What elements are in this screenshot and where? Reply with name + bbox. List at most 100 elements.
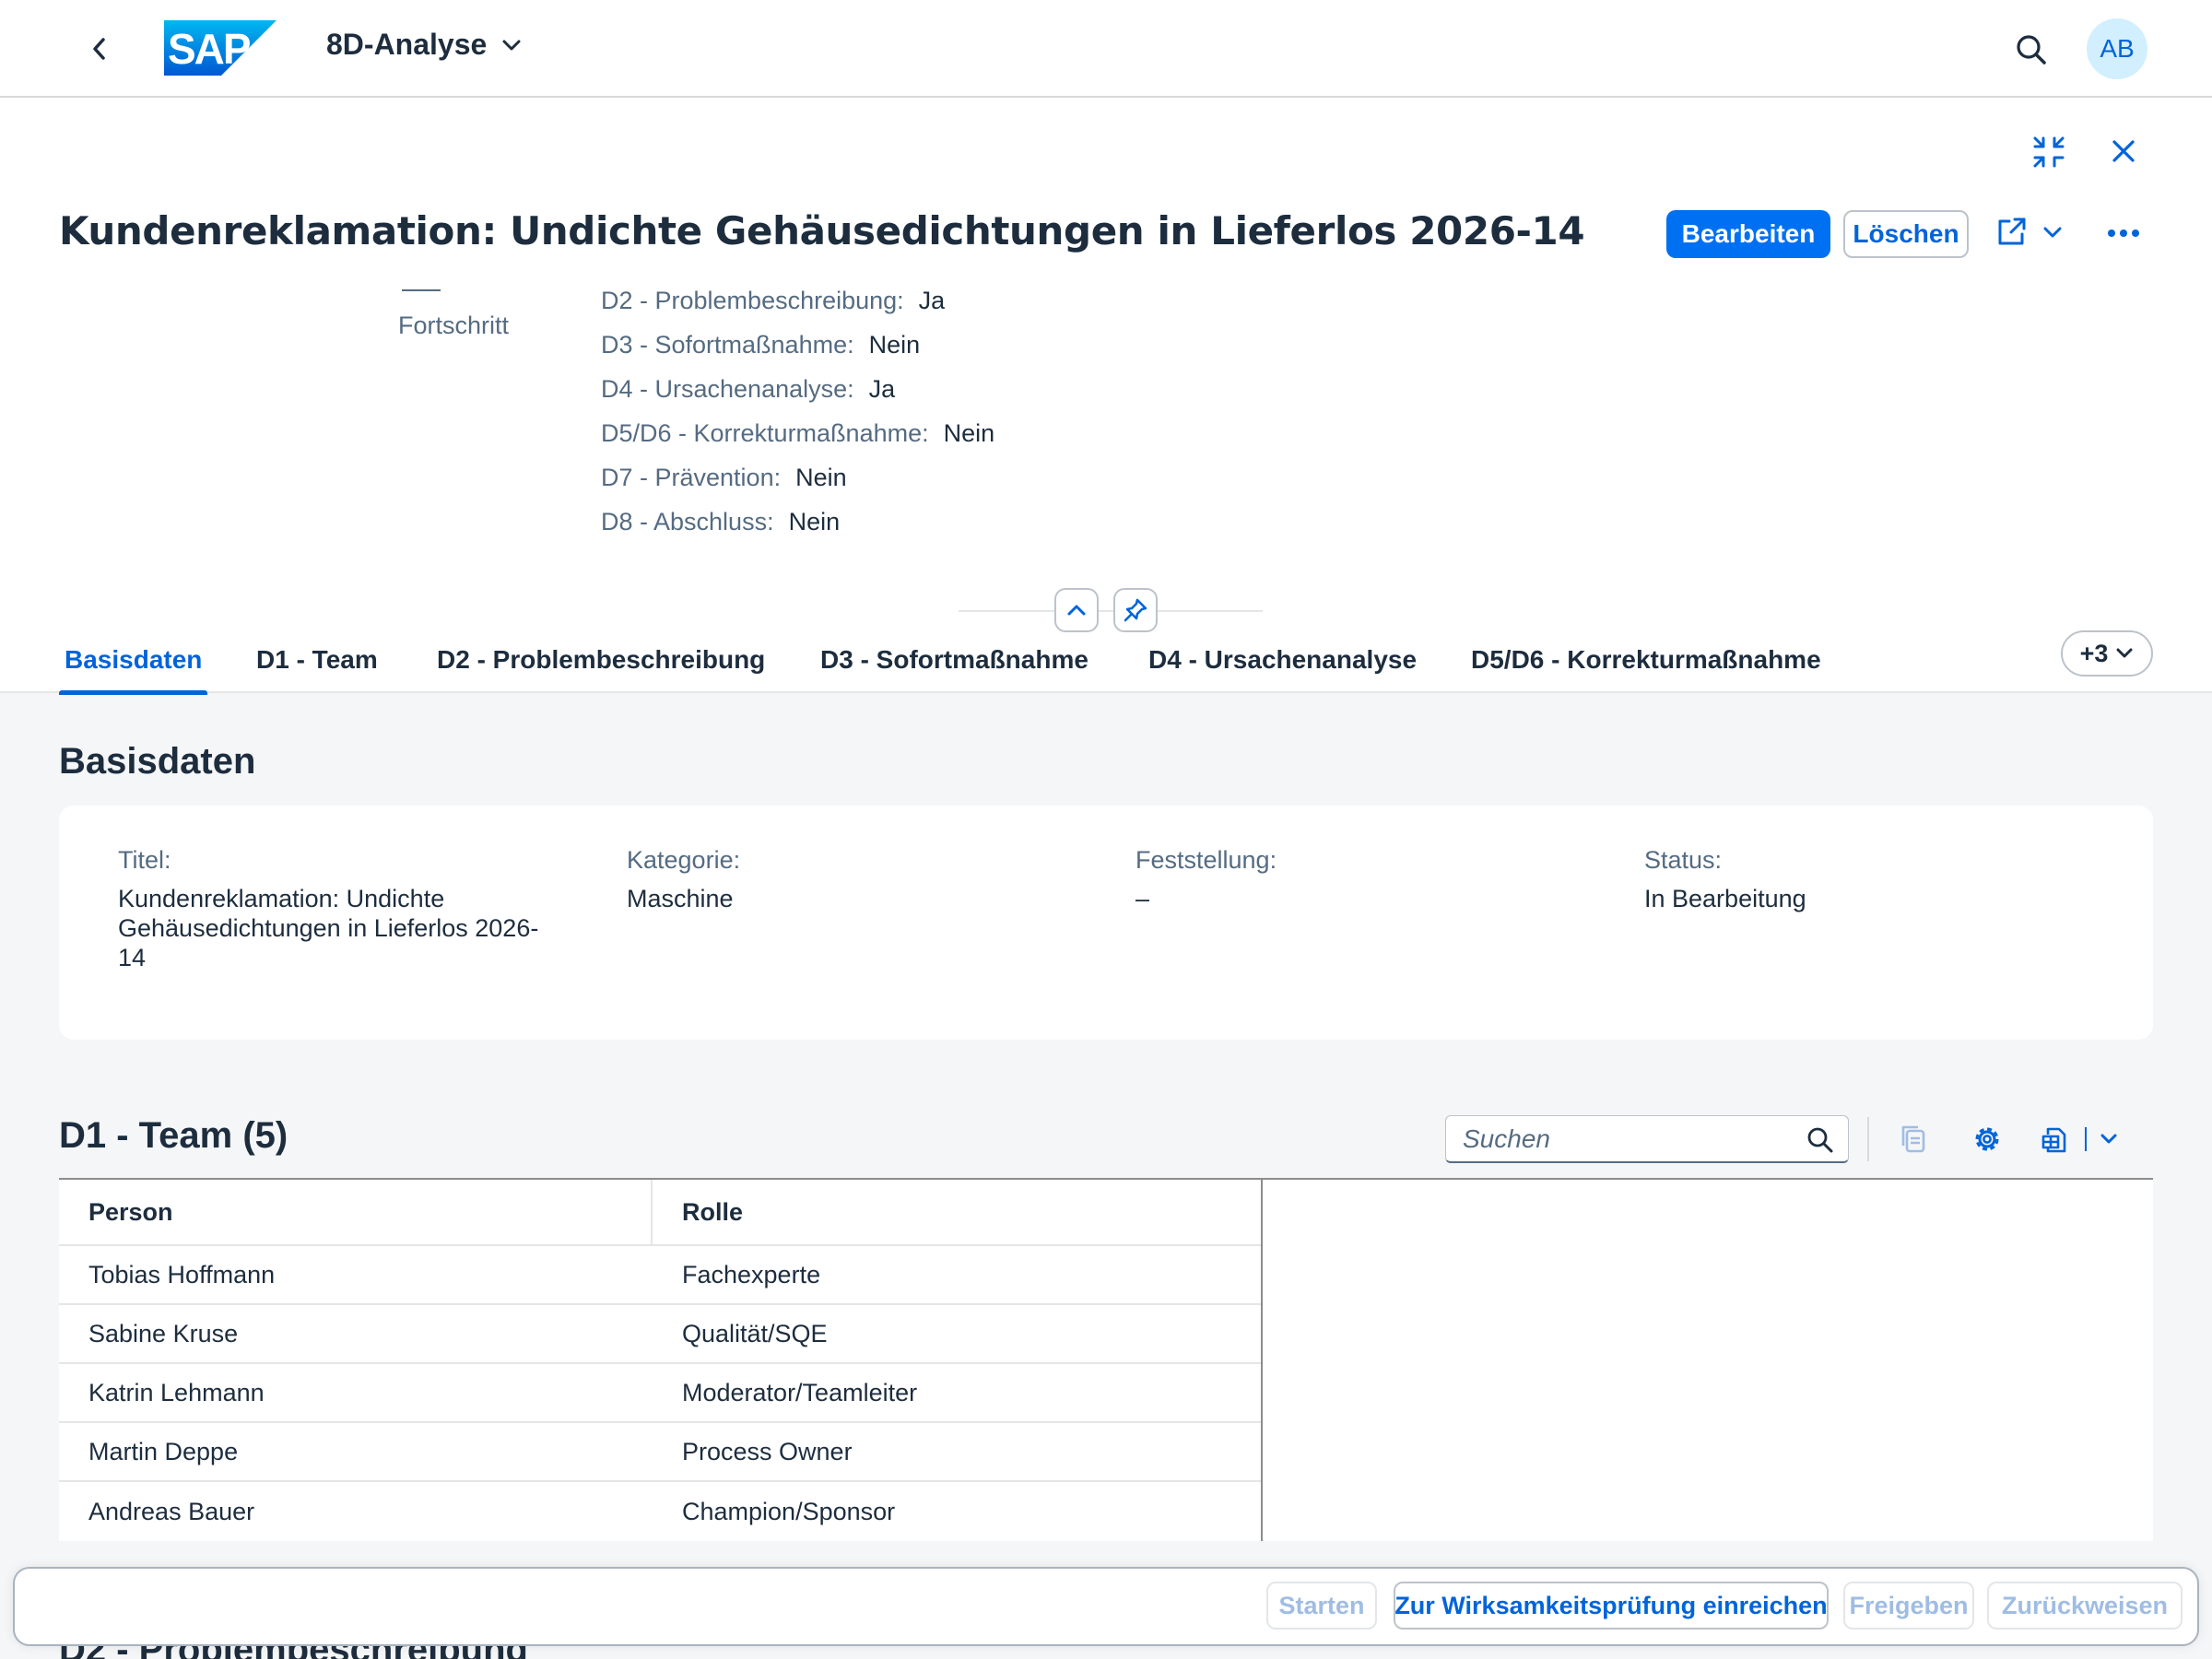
- field-feststellung: Feststellung: –: [1135, 846, 1578, 913]
- more-tabs-count: +3: [2079, 639, 2109, 667]
- chevron-down-icon: [2100, 1134, 2117, 1144]
- status-value: Nein: [868, 330, 921, 359]
- status-key: D8 - Abschluss:: [601, 507, 774, 535]
- table-settings-button[interactable]: [1967, 1119, 2007, 1159]
- tab-basisdaten[interactable]: Basisdaten: [58, 627, 208, 695]
- team-table: Person Rolle Tobias Hoffmann Fachexperte…: [59, 1180, 1263, 1541]
- search-icon: [1807, 1127, 1833, 1153]
- avatar[interactable]: AB: [2087, 18, 2147, 79]
- cell-person: Sabine Kruse: [88, 1319, 239, 1347]
- cell-person: Katrin Lehmann: [88, 1378, 265, 1406]
- tab-d5d6-korrekturmassnahme[interactable]: D5/D6 - Korrekturmaßnahme: [1471, 627, 1821, 693]
- status-key: D2 - Problembeschreibung:: [601, 286, 904, 314]
- status-key: D3 - Sofortmaßnahme:: [601, 330, 854, 359]
- more-tabs-button[interactable]: +3: [2061, 630, 2153, 677]
- basisdaten-card: Titel: Kundenreklamation: Undichte Gehäu…: [59, 806, 2153, 1040]
- submit-effectiveness-review-button[interactable]: Zur Wirksamkeitsprüfung einreichen: [1394, 1582, 1829, 1630]
- column-header-person[interactable]: Person: [59, 1180, 653, 1244]
- copy-button[interactable]: [1893, 1119, 1934, 1159]
- status-key: D7 - Prävention:: [601, 463, 782, 491]
- collapse-header-button[interactable]: [1054, 588, 1099, 632]
- status-key: D5/D6 - Korrekturmaßnahme:: [601, 418, 929, 447]
- kpi-label: Fortschritt: [398, 312, 510, 339]
- status-list: D2 - Problembeschreibung: Ja D3 - Sofortm…: [601, 278, 994, 544]
- reject-button[interactable]: Zurückweisen: [1987, 1582, 2183, 1630]
- status-value: Ja: [868, 374, 896, 403]
- app-title: 8D-Analyse: [326, 28, 488, 61]
- search-button[interactable]: [2013, 31, 2050, 68]
- start-button[interactable]: Starten: [1266, 1582, 1377, 1630]
- team-search-input[interactable]: Suchen: [1445, 1115, 1849, 1163]
- release-button[interactable]: Freigeben: [1843, 1582, 1974, 1630]
- header-divider: [959, 610, 1263, 612]
- sap-logo: SAP: [164, 20, 276, 76]
- pin-icon: [1124, 598, 1147, 622]
- exit-fullscreen-button[interactable]: [2031, 135, 2066, 174]
- field-value: Maschine: [627, 885, 734, 912]
- field-value: –: [1135, 885, 1150, 912]
- more-actions-button[interactable]: [2107, 219, 2140, 252]
- status-row: D8 - Abschluss: Nein: [601, 500, 994, 544]
- field-value: In Bearbeitung: [1644, 885, 1806, 912]
- table-row[interactable]: Sabine Kruse Qualität/SQE: [59, 1305, 1261, 1364]
- chevron-left-icon: [93, 38, 105, 60]
- search-icon: [2017, 35, 2046, 65]
- gear-icon: [1975, 1127, 1999, 1151]
- table-row[interactable]: Katrin Lehmann Moderator/Teamleiter: [59, 1364, 1261, 1423]
- status-key: D4 - Ursachenanalyse:: [601, 374, 854, 403]
- close-icon: [2112, 140, 2135, 162]
- table-row[interactable]: Martin Deppe Process Owner: [59, 1423, 1261, 1482]
- status-row: D7 - Prävention: Nein: [601, 455, 994, 500]
- status-row: D5/D6 - Korrekturmaßnahme: Nein: [601, 411, 994, 455]
- field-kategorie: Kategorie: Maschine: [627, 846, 1069, 913]
- field-label: Kategorie:: [627, 846, 741, 874]
- cell-rolle: Fachexperte: [682, 1260, 821, 1288]
- cell-rolle: Moderator/Teamleiter: [682, 1378, 918, 1406]
- pin-header-button[interactable]: [1113, 588, 1158, 632]
- chevron-down-icon: [502, 40, 521, 50]
- status-value: Ja: [918, 286, 946, 314]
- field-status: Status: In Bearbeitung: [1644, 846, 2087, 913]
- svg-text:SAP: SAP: [168, 25, 251, 73]
- close-button[interactable]: [2109, 136, 2138, 171]
- chevron-up-icon: [1067, 605, 1086, 616]
- app-title-menu[interactable]: 8D-Analyse: [326, 28, 522, 62]
- shell-bar: SAP 8D-Analyse AB: [0, 0, 2212, 98]
- footer-toolbar: Starten Zur Wirksamkeitsprüfung einreich…: [13, 1567, 2199, 1646]
- field-titel: Titel: Kundenreklamation: Undichte Gehäu…: [118, 846, 560, 972]
- table-row[interactable]: Tobias Hoffmann Fachexperte: [59, 1246, 1261, 1305]
- field-value: Kundenreklamation: Undichte Gehäusedicht…: [118, 885, 539, 971]
- team-table-container: Person Rolle Tobias Hoffmann Fachexperte…: [59, 1178, 2153, 1541]
- table-row[interactable]: Andreas Bauer Champion/Sponsor: [59, 1482, 1261, 1541]
- tab-d4-ursachenanalyse[interactable]: D4 - Ursachenanalyse: [1148, 627, 1417, 693]
- search-placeholder: Suchen: [1463, 1124, 1550, 1153]
- column-header-rolle[interactable]: Rolle: [653, 1180, 1261, 1244]
- delete-button[interactable]: Löschen: [1843, 210, 1969, 258]
- status-value: Nein: [788, 507, 841, 535]
- tab-d3-sofortmassnahme[interactable]: D3 - Sofortmaßnahme: [820, 627, 1088, 693]
- field-label: Feststellung:: [1135, 846, 1277, 874]
- share-menu-button[interactable]: [1994, 216, 2063, 249]
- edit-button[interactable]: Bearbeiten: [1666, 210, 1830, 258]
- page-title: Kundenreklamation: Undichte Gehäusedicht…: [59, 208, 1585, 253]
- tab-d2-problembeschreibung[interactable]: D2 - Problembeschreibung: [437, 627, 765, 693]
- cell-person: Martin Deppe: [88, 1437, 239, 1465]
- overflow-icon: [2108, 229, 2139, 237]
- back-button[interactable]: [85, 30, 114, 67]
- field-label: Titel:: [118, 846, 171, 874]
- avatar-initials: AB: [2100, 34, 2135, 63]
- section-title-d1-team: D1 - Team (5): [59, 1115, 288, 1156]
- field-label: Status:: [1644, 846, 1723, 874]
- chevron-down-icon: [2116, 648, 2133, 658]
- toolbar-separator: [1867, 1117, 1869, 1161]
- copy-icon: [1901, 1125, 1925, 1153]
- cell-rolle: Champion/Sponsor: [682, 1497, 896, 1525]
- cell-rolle: Qualität/SQE: [682, 1319, 828, 1347]
- cell-rolle: Process Owner: [682, 1437, 853, 1465]
- table-header-row: Person Rolle: [59, 1180, 1261, 1246]
- export-menu-button[interactable]: [2041, 1119, 2142, 1159]
- cell-person: Andreas Bauer: [88, 1497, 255, 1525]
- status-value: Nein: [943, 418, 995, 447]
- share-icon: [1998, 218, 2026, 245]
- tab-d1-team[interactable]: D1 - Team: [256, 627, 378, 693]
